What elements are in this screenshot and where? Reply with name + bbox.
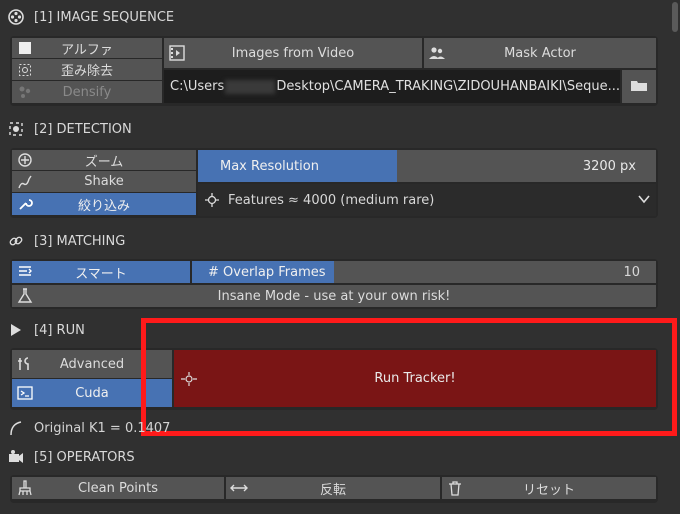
mode-label: 歪み除去 [60,64,113,79]
mode-label: Shake [84,174,124,189]
shake-icon [16,173,34,191]
arrows-horizontal-icon [230,479,248,497]
overlap-frames-slider[interactable]: # Overlap Frames 10 [192,261,656,283]
highlight-box [141,318,677,436]
clean-points-label: Clean Points [77,480,159,496]
images-from-video-button[interactable]: Images from Video [164,38,422,68]
link-icon [6,231,26,251]
path-suffix: Desktop\CAMERA_TRAKING\ZIDOUHANBAIKI\Seq… [276,79,620,94]
advanced-label: Advanced [59,356,125,372]
section-operators-header[interactable]: [5] OPERATORS [0,445,664,469]
smart-icon [16,263,34,281]
detection-icon [6,119,26,139]
mode-undistort-button[interactable]: 歪み除去 [12,59,162,80]
mode-label: アルファ [61,42,113,58]
mode-label: ズーム [84,154,124,170]
mode-alpha-button[interactable]: アルファ [12,38,162,58]
chevron-down-icon [638,193,650,209]
trash-icon [446,479,464,497]
mode-smart-button[interactable]: スマート [12,261,190,283]
play-icon [6,320,26,340]
matching-panel: スマート # Overlap Frames 10 Insane Mode - u… [10,259,658,309]
people-icon [428,44,446,62]
section-matching-header[interactable]: [3] MATCHING [0,229,664,253]
film-icon [168,44,186,62]
path-prefix: C:\Users [170,79,225,94]
mode-shake-button[interactable]: Shake [12,171,196,192]
square-icon [16,39,34,57]
mask-actor-button[interactable]: Mask Actor [424,38,656,68]
cuda-label: Cuda [75,385,109,401]
path-field[interactable]: C:\Users Desktop\CAMERA_TRAKING\ZIDOUHAN… [164,70,620,103]
browse-folder-button[interactable] [622,70,656,103]
reset-button[interactable]: リセット [442,477,656,499]
mask-actor-label: Mask Actor [504,45,576,61]
original-k1-label: Original K1 = 0.1407 [34,420,171,436]
max-resolution-label: Max Resolution [220,158,319,174]
operators-icon [6,447,26,467]
zoom-icon [16,151,34,169]
section-title: [4] RUN [34,322,85,338]
scrollbar[interactable] [672,2,678,32]
mode-zoom-button[interactable]: ズーム [12,150,196,170]
dotted-square-icon [16,61,34,79]
insane-mode-toggle[interactable]: Insane Mode - use at your own risk! [12,285,656,307]
crosshair-icon [204,192,220,208]
section-title: [2] DETECTION [34,121,132,137]
folder-icon [630,78,648,96]
features-label: Features ≈ 4000 (medium rare) [228,192,435,208]
section-title: [3] MATCHING [34,233,126,249]
dots-icon [16,83,34,101]
overlap-frames-value: 10 [623,264,640,280]
flip-label: 反転 [319,482,346,498]
film-reel-icon [6,7,26,27]
mode-refine-button[interactable]: 絞り込み [12,193,196,215]
mode-densify-button[interactable]: Densify [12,81,162,103]
flip-button[interactable]: 反転 [226,477,440,499]
section-title: [5] OPERATORS [34,449,135,465]
terminal-icon [16,384,34,402]
original-k1-row: Original K1 = 0.1407 [6,418,170,438]
redacted-username [225,79,276,94]
image-sequence-panel: アルファ 歪み除去 Densify Images from Video Mask… [10,36,658,106]
section-image-sequence-header[interactable]: [1] IMAGE SEQUENCE [0,5,664,29]
max-resolution-value: 3200 px [582,158,636,174]
section-title: [1] IMAGE SEQUENCE [34,9,175,25]
mode-label: 絞り込み [77,198,130,214]
insane-mode-label: Insane Mode - use at your own risk! [217,288,451,304]
operators-panel: Clean Points 反転 リセット [10,475,658,503]
wrench-icon [16,195,34,213]
overlap-frames-label: # Overlap Frames [208,264,326,280]
clean-points-button[interactable]: Clean Points [12,477,224,499]
flask-icon [16,287,34,305]
max-resolution-slider[interactable]: Max Resolution 3200 px [198,150,656,182]
section-detection-header[interactable]: [2] DETECTION [0,117,664,141]
features-dropdown[interactable]: Features ≈ 4000 (medium rare) [198,184,656,216]
tools-icon [16,355,34,373]
reset-label: リセット [522,482,575,498]
images-from-video-label: Images from Video [231,45,355,61]
mode-label: スマート [75,266,127,282]
curve-icon [6,420,26,436]
mode-label: Densify [62,84,112,100]
detection-panel: ズーム Shake 絞り込み Max Resolution 3200 px Fe… [10,148,658,218]
brush-icon [16,479,34,497]
